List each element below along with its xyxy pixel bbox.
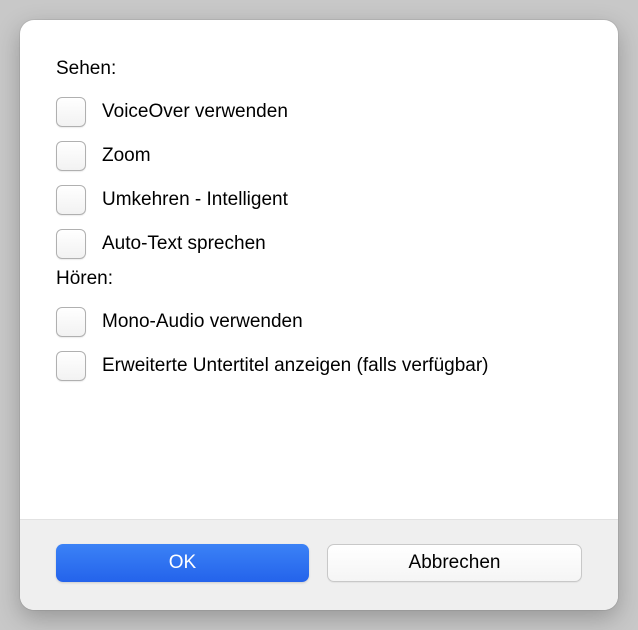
checkbox-row-zoom: Zoom <box>56 134 582 178</box>
cancel-button[interactable]: Abbrechen <box>327 544 582 582</box>
checkbox-closed-captions[interactable] <box>56 351 86 381</box>
seeing-section-label: Sehen: <box>56 58 582 80</box>
checkbox-row-voiceover: VoiceOver verwenden <box>56 90 582 134</box>
checkbox-row-invert: Umkehren - Intelligent <box>56 178 582 222</box>
checkbox-invert[interactable] <box>56 185 86 215</box>
dialog-content: Sehen: VoiceOver verwenden Zoom Umkehren… <box>20 20 618 519</box>
checkbox-zoom[interactable] <box>56 141 86 171</box>
checkbox-mono-audio[interactable] <box>56 307 86 337</box>
checkbox-speak-autotext[interactable] <box>56 229 86 259</box>
checkbox-label-closed-captions: Erweiterte Untertitel anzeigen (falls ve… <box>102 355 489 377</box>
checkbox-label-voiceover: VoiceOver verwenden <box>102 101 288 123</box>
checkbox-label-speak-autotext: Auto-Text sprechen <box>102 233 266 255</box>
checkbox-label-mono-audio: Mono-Audio verwenden <box>102 311 303 333</box>
checkbox-label-zoom: Zoom <box>102 145 151 167</box>
accessibility-dialog: Sehen: VoiceOver verwenden Zoom Umkehren… <box>20 20 618 610</box>
ok-button[interactable]: OK <box>56 544 309 582</box>
checkbox-voiceover[interactable] <box>56 97 86 127</box>
checkbox-row-speak-autotext: Auto-Text sprechen <box>56 222 582 266</box>
button-bar: OK Abbrechen <box>20 519 618 610</box>
hearing-section-label: Hören: <box>56 268 582 290</box>
checkbox-label-invert: Umkehren - Intelligent <box>102 189 288 211</box>
checkbox-row-mono-audio: Mono-Audio verwenden <box>56 300 582 344</box>
checkbox-row-closed-captions: Erweiterte Untertitel anzeigen (falls ve… <box>56 344 582 388</box>
